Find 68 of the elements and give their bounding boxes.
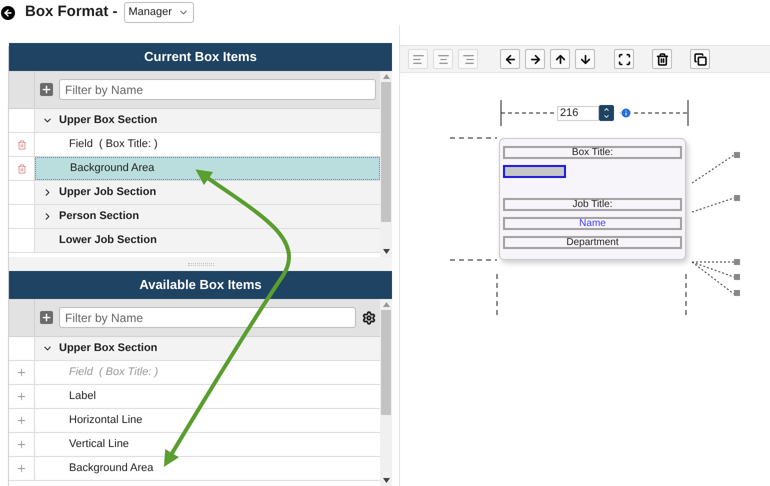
section-label: Lower Job Section bbox=[59, 233, 157, 248]
filter-field[interactable]: Filter by Name bbox=[59, 79, 376, 100]
add-icon[interactable] bbox=[16, 439, 27, 450]
splitter-handle[interactable] bbox=[9, 257, 392, 271]
item-row[interactable]: Vertical Line bbox=[35, 433, 380, 456]
item-row[interactable]: Field ( Box Title: ) bbox=[35, 133, 380, 156]
delete-icon[interactable] bbox=[16, 164, 26, 174]
item-label: Field ( Box Title: ) bbox=[69, 137, 158, 152]
item-label: Vertical Line bbox=[69, 437, 129, 452]
arrow-down-icon bbox=[578, 52, 592, 66]
section-label: Upper Box Section bbox=[59, 341, 158, 356]
section-label: Upper Job Section bbox=[59, 185, 156, 200]
label-element[interactable]: Box Title: bbox=[503, 146, 682, 159]
scroll-down-icon[interactable] bbox=[382, 249, 390, 254]
add-icon[interactable] bbox=[16, 463, 27, 474]
item-label: Horizontal Line bbox=[69, 413, 142, 428]
scrollbar[interactable] bbox=[380, 71, 392, 257]
field-element[interactable]: Name bbox=[503, 217, 682, 230]
delete-icon[interactable] bbox=[16, 140, 26, 150]
frame-icon bbox=[618, 52, 630, 66]
label-element[interactable]: Job Title: bbox=[503, 198, 682, 211]
item-label: Background Area bbox=[70, 161, 154, 176]
item-row[interactable]: Horizontal Line bbox=[35, 409, 380, 432]
scrollbar[interactable] bbox=[380, 299, 392, 486]
section-label: Upper Box Section bbox=[59, 113, 158, 128]
add-icon[interactable] bbox=[16, 415, 27, 426]
trash-icon bbox=[656, 52, 668, 66]
background-area[interactable] bbox=[503, 165, 566, 178]
add-icon[interactable] bbox=[40, 83, 53, 96]
copy-icon bbox=[694, 52, 706, 66]
add-icon[interactable] bbox=[16, 367, 27, 378]
section-label: Person Section bbox=[59, 209, 140, 224]
align-center-icon bbox=[436, 52, 450, 66]
arrow-right-icon bbox=[528, 52, 542, 66]
align-right-icon bbox=[462, 52, 474, 66]
fit-button[interactable] bbox=[614, 49, 634, 69]
item-row[interactable]: Label bbox=[35, 385, 380, 408]
down-caret-icon bbox=[603, 113, 610, 120]
role-select[interactable]: Manager bbox=[124, 2, 194, 23]
panel-header: Current Box Items bbox=[9, 43, 392, 71]
spinner-button[interactable] bbox=[599, 105, 614, 121]
info-icon[interactable] bbox=[620, 107, 632, 119]
item-label: Background Area bbox=[69, 461, 154, 476]
align-left-icon bbox=[412, 52, 424, 66]
arrow-left-icon bbox=[504, 52, 516, 66]
arrow-down-button[interactable] bbox=[575, 49, 595, 69]
arrow-left-button[interactable] bbox=[500, 49, 520, 69]
back-icon[interactable] bbox=[1, 6, 15, 20]
copy-button[interactable] bbox=[690, 49, 710, 69]
arrow-right-button[interactable] bbox=[525, 49, 545, 69]
add-icon[interactable] bbox=[16, 391, 27, 402]
box-preview[interactable]: Box Title: Job Title: Name Department bbox=[499, 138, 686, 260]
delete-button[interactable] bbox=[652, 49, 672, 69]
width-field[interactable]: 216 bbox=[557, 106, 599, 120]
item-label: Label bbox=[69, 389, 96, 404]
item-row[interactable]: Background Area bbox=[35, 157, 380, 180]
filter-field[interactable]: Filter by Name bbox=[59, 307, 356, 328]
panel-header: Available Box Items bbox=[9, 271, 392, 299]
arrow-up-icon bbox=[554, 52, 566, 66]
page-title: Box Format - bbox=[25, 2, 118, 22]
label-element[interactable]: Department bbox=[503, 236, 682, 249]
scroll-down-icon[interactable] bbox=[382, 478, 390, 483]
item-row[interactable]: Background Area bbox=[35, 457, 380, 480]
up-caret-icon bbox=[603, 106, 610, 113]
settings-icon[interactable] bbox=[362, 310, 376, 324]
arrow-up-button[interactable] bbox=[550, 49, 570, 69]
item-label: Field ( Box Title: ) bbox=[69, 365, 158, 380]
add-icon[interactable] bbox=[40, 311, 53, 324]
